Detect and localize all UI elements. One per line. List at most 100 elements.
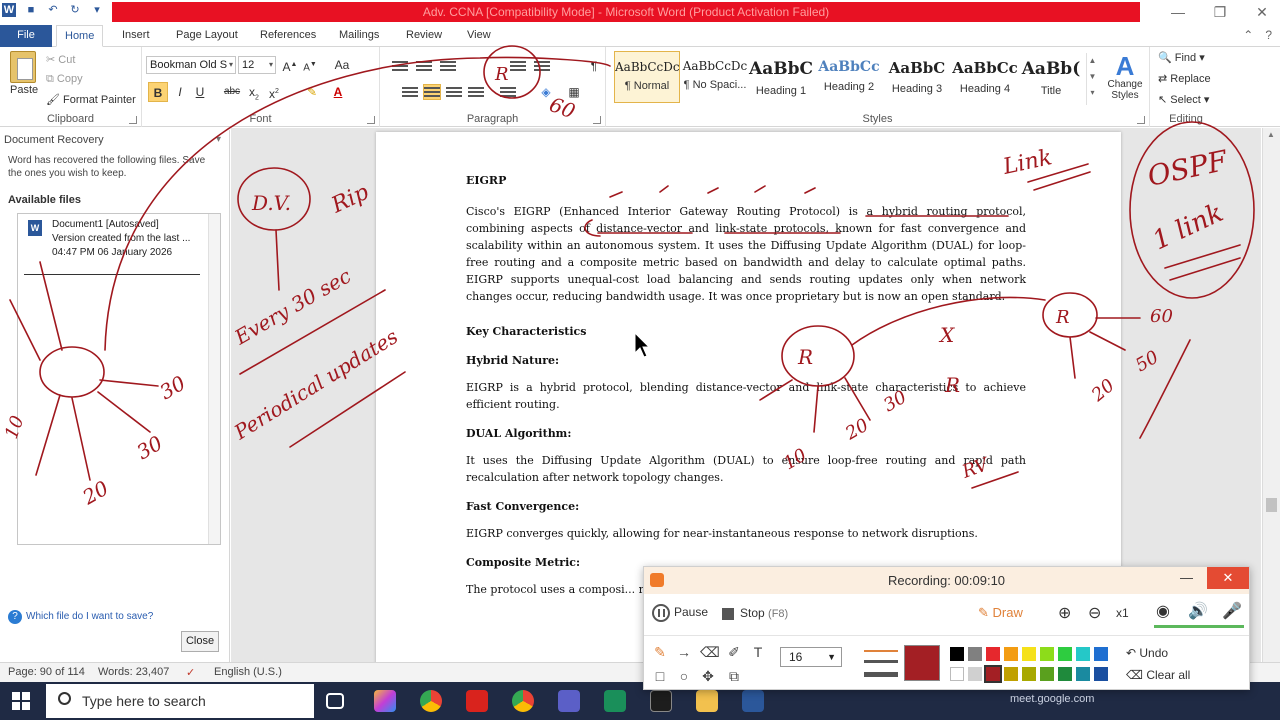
close-icon[interactable]: ✕ [1252, 4, 1272, 21]
style-heading-3[interactable]: AaBbC Heading 3 [884, 51, 950, 103]
font-color-icon[interactable]: A [328, 82, 348, 102]
copilot-icon[interactable] [374, 690, 396, 712]
color-swatch[interactable] [1040, 667, 1054, 681]
help-icon[interactable]: ? [1265, 28, 1272, 42]
ellipse-icon[interactable]: ○ [676, 668, 692, 684]
color-swatch[interactable] [1004, 647, 1018, 661]
pen-icon[interactable]: ✎ [652, 644, 668, 660]
font-size-select[interactable]: 12 ▾ [238, 56, 276, 74]
paste-button[interactable]: Paste [10, 84, 38, 96]
collapse-ribbon-icon[interactable]: ⌃ [1243, 28, 1253, 42]
align-center-icon[interactable] [423, 84, 441, 100]
color-swatch[interactable] [1094, 667, 1108, 681]
page-count[interactable]: Page: 90 of 114 [8, 666, 85, 678]
show-formatting-icon[interactable]: ¶ [584, 56, 604, 76]
clear-all-button[interactable]: ⌫ Clear all [1126, 668, 1190, 682]
style-heading-1[interactable]: AaBbC Heading 1 [748, 51, 814, 103]
xpdf-icon[interactable] [650, 690, 672, 712]
bullets-icon[interactable] [392, 59, 408, 73]
word-count[interactable]: Words: 23,407 [98, 666, 169, 678]
color-swatch[interactable] [950, 667, 964, 681]
superscript-button[interactable]: x2 [264, 82, 284, 102]
copy-button[interactable]: ⧉ Copy [46, 73, 83, 86]
style-heading-2[interactable]: AaBbCc Heading 2 [816, 51, 882, 103]
zoom-out-icon[interactable]: ⊖ [1088, 603, 1101, 623]
color-swatch[interactable] [1094, 647, 1108, 661]
word-app-icon[interactable]: W [2, 3, 16, 17]
strikethrough-button[interactable]: abc [222, 82, 242, 102]
replace-button[interactable]: ⇄ Replace [1158, 72, 1211, 85]
tab-insert[interactable]: Insert [114, 25, 158, 47]
grow-font-button[interactable]: A▲ [280, 55, 300, 75]
font-name-select[interactable]: Bookman Old S ▾ [146, 56, 236, 74]
color-swatch[interactable] [1076, 647, 1090, 661]
tab-page-layout[interactable]: Page Layout [168, 25, 246, 47]
zoom-in-icon[interactable]: ⊕ [1058, 603, 1071, 623]
pause-button[interactable]: Pause [652, 604, 708, 622]
line-spacing-icon[interactable] [500, 85, 516, 99]
redo-icon[interactable]: ↻ [68, 3, 82, 17]
windows-start-icon[interactable] [12, 692, 30, 710]
color-swatch[interactable] [1058, 647, 1072, 661]
teams-icon[interactable] [558, 690, 580, 712]
find-button[interactable]: 🔍 Find ▾ [1158, 51, 1205, 64]
highlighter-icon[interactable]: ✐ [726, 644, 742, 660]
styles-launcher-icon[interactable] [1137, 116, 1145, 124]
style-normal[interactable]: AaBbCcDc ¶ Normal [614, 51, 680, 103]
font-launcher-icon[interactable] [367, 116, 375, 124]
styles-scroll-icon[interactable]: ▲ ▼ ▾ [1086, 53, 1098, 105]
save-icon[interactable]: ■ [24, 3, 38, 17]
select-button[interactable]: ↖ Select ▾ [1158, 93, 1209, 106]
customize-qat-icon[interactable]: ▾ [90, 3, 104, 17]
align-right-icon[interactable] [446, 85, 462, 99]
italic-button[interactable]: I [170, 82, 190, 102]
multilevel-list-icon[interactable] [440, 59, 456, 73]
scrollbar-thumb[interactable] [1266, 498, 1277, 512]
arrow-icon[interactable]: → [676, 644, 692, 660]
speaker-icon[interactable]: 🔊 [1188, 601, 1208, 621]
stroke-thin[interactable] [864, 650, 898, 652]
cut-button[interactable]: ✂ Cut [46, 53, 75, 66]
move-icon[interactable]: ✥ [700, 668, 716, 684]
decrease-indent-icon[interactable] [510, 59, 526, 73]
shading-icon[interactable]: ◈ [536, 82, 556, 102]
pane-options-icon[interactable]: ▾ [216, 134, 221, 145]
acrobat-icon[interactable] [466, 690, 488, 712]
text-icon[interactable]: T [750, 644, 766, 660]
change-case-button[interactable]: Aa [332, 55, 352, 75]
color-swatch[interactable] [968, 647, 982, 661]
color-swatch[interactable] [1022, 667, 1036, 681]
file-explorer-icon[interactable] [696, 690, 718, 712]
color-swatch[interactable] [968, 667, 982, 681]
vertical-scrollbar[interactable]: ▲ [1262, 128, 1280, 662]
subscript-button[interactable]: x2 [244, 82, 264, 102]
color-swatch[interactable] [1058, 667, 1072, 681]
tab-mailings[interactable]: Mailings [331, 25, 387, 47]
close-icon[interactable]: ✕ [1207, 567, 1249, 589]
color-swatch[interactable] [1004, 667, 1018, 681]
stop-button[interactable]: Stop (F8) [722, 606, 788, 620]
app-icon[interactable] [604, 690, 626, 712]
microphone-icon[interactable]: 🎤 [1222, 601, 1242, 621]
draw-button[interactable]: ✎ Draw [978, 605, 1023, 621]
close-button[interactable]: Close [181, 631, 219, 652]
highlight-icon[interactable]: ✎ [302, 82, 322, 102]
style-no-spacing[interactable]: AaBbCcDc ¶ No Spaci... [682, 51, 748, 103]
minimize-icon[interactable]: — [1180, 570, 1193, 585]
brush-size-select[interactable]: 16 ▼ [780, 647, 842, 667]
bold-button[interactable]: B [148, 82, 168, 102]
language-indicator[interactable]: English (U.S.) [214, 666, 282, 678]
taskbar-search-box[interactable]: Type here to search [46, 684, 314, 718]
proofing-icon[interactable]: ✓ [186, 666, 195, 679]
stamp-icon[interactable]: ⧉ [726, 668, 742, 684]
tab-home[interactable]: Home [56, 25, 104, 47]
sort-icon[interactable] [534, 59, 550, 73]
chrome-icon[interactable] [420, 690, 442, 712]
undo-icon[interactable]: ↶ [46, 3, 60, 17]
color-swatch[interactable] [1076, 667, 1090, 681]
justify-icon[interactable] [468, 85, 484, 99]
maximize-icon[interactable]: ❐ [1210, 4, 1230, 21]
rectangle-icon[interactable]: □ [652, 668, 668, 684]
borders-icon[interactable]: ▦ [564, 82, 584, 102]
undo-button[interactable]: ↶ Undo [1126, 646, 1168, 660]
